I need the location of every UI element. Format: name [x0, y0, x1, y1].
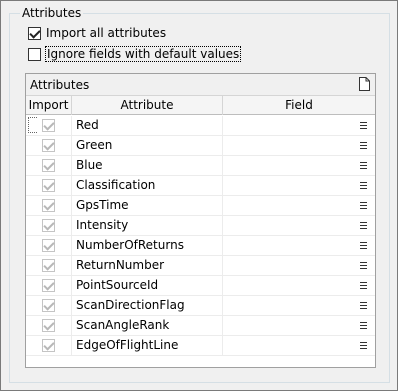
- import-cell: [26, 176, 72, 195]
- import-cell: [26, 316, 72, 335]
- table-row[interactable]: Blue: [26, 156, 375, 176]
- import-checkbox: [42, 299, 55, 312]
- import-checkbox: [42, 179, 55, 192]
- table-row[interactable]: Red: [26, 116, 375, 136]
- current-row-indicator: [28, 117, 37, 133]
- document-icon[interactable]: [359, 77, 370, 91]
- import-checkbox: [42, 199, 55, 212]
- import-cell: [26, 116, 72, 135]
- field-menu-icon[interactable]: [360, 242, 367, 250]
- import-cell: [26, 296, 72, 315]
- group-title: Attributes: [20, 6, 84, 20]
- import-cell: [26, 156, 72, 175]
- import-checkbox: [42, 139, 55, 152]
- field-menu-icon[interactable]: [360, 142, 367, 150]
- attributes-grid[interactable]: Import Attribute Field Red Green Blue Class…: [26, 95, 375, 367]
- import-checkbox: [42, 159, 55, 172]
- import-all-checkbox[interactable]: [28, 26, 41, 40]
- attribute-name: Blue: [72, 156, 223, 175]
- import-checkbox: [42, 319, 55, 332]
- field-cell[interactable]: [223, 196, 375, 215]
- attribute-name: ScanDirectionFlag: [72, 296, 223, 315]
- ignore-defaults-label[interactable]: Ignore fields with default values: [44, 46, 242, 62]
- import-cell: [26, 276, 72, 295]
- field-cell[interactable]: [223, 136, 375, 155]
- field-cell[interactable]: [223, 256, 375, 275]
- field-menu-icon[interactable]: [360, 162, 367, 170]
- attribute-name: Intensity: [72, 216, 223, 235]
- ignore-defaults-checkbox[interactable]: [28, 47, 41, 61]
- attribute-name: ReturnNumber: [72, 256, 223, 275]
- import-cell: [26, 256, 72, 275]
- column-header-field[interactable]: Field: [223, 96, 375, 115]
- field-menu-icon[interactable]: [360, 302, 367, 310]
- field-menu-icon[interactable]: [360, 262, 367, 270]
- import-checkbox: [42, 239, 55, 252]
- table-row[interactable]: Green: [26, 136, 375, 156]
- table-row[interactable]: Intensity: [26, 216, 375, 236]
- field-cell[interactable]: [223, 316, 375, 335]
- grid-rows: Red Green Blue Classification GpsTime Intensi…: [26, 116, 375, 356]
- field-menu-icon[interactable]: [360, 322, 367, 330]
- field-cell[interactable]: [223, 276, 375, 295]
- table-row[interactable]: ReturnNumber: [26, 256, 375, 276]
- attribute-name: PointSourceId: [72, 276, 223, 295]
- field-cell[interactable]: [223, 216, 375, 235]
- field-cell[interactable]: [223, 336, 375, 355]
- import-checkbox: [42, 279, 55, 292]
- attributes-panel: Attributes Import Attribute Field Red Gre…: [25, 73, 376, 368]
- import-all-option[interactable]: Import all attributes: [28, 25, 166, 41]
- import-checkbox: [42, 219, 55, 232]
- import-checkbox: [42, 339, 55, 352]
- column-header-attribute[interactable]: Attribute: [72, 96, 223, 115]
- import-checkbox: [42, 119, 55, 132]
- panel-header: Attributes: [26, 74, 375, 95]
- table-row[interactable]: EdgeOfFlightLine: [26, 336, 375, 356]
- table-row[interactable]: ScanAngleRank: [26, 316, 375, 336]
- field-menu-icon[interactable]: [360, 222, 367, 230]
- field-menu-icon[interactable]: [360, 122, 367, 130]
- table-row[interactable]: NumberOfReturns: [26, 236, 375, 256]
- import-cell: [26, 136, 72, 155]
- import-cell: [26, 196, 72, 215]
- attribute-name: ScanAngleRank: [72, 316, 223, 335]
- import-cell: [26, 236, 72, 255]
- attribute-name: GpsTime: [72, 196, 223, 215]
- field-menu-icon[interactable]: [360, 202, 367, 210]
- import-all-label[interactable]: Import all attributes: [46, 26, 166, 40]
- dialog-frame: Attributes Import all attributes Ignore …: [0, 0, 398, 391]
- ignore-defaults-option[interactable]: Ignore fields with default values: [28, 46, 242, 62]
- grid-header: Import Attribute Field: [26, 95, 375, 115]
- attribute-name: NumberOfReturns: [72, 236, 223, 255]
- field-menu-icon[interactable]: [360, 282, 367, 290]
- import-checkbox: [42, 259, 55, 272]
- field-cell[interactable]: [223, 176, 375, 195]
- field-cell[interactable]: [223, 116, 375, 135]
- field-menu-icon[interactable]: [360, 342, 367, 350]
- attribute-name: EdgeOfFlightLine: [72, 336, 223, 355]
- field-cell[interactable]: [223, 236, 375, 255]
- table-row[interactable]: ScanDirectionFlag: [26, 296, 375, 316]
- table-row[interactable]: PointSourceId: [26, 276, 375, 296]
- attribute-name: Green: [72, 136, 223, 155]
- import-cell: [26, 336, 72, 355]
- field-menu-icon[interactable]: [360, 182, 367, 190]
- attribute-name: Red: [72, 116, 223, 135]
- table-row[interactable]: GpsTime: [26, 196, 375, 216]
- import-cell: [26, 216, 72, 235]
- table-row[interactable]: Classification: [26, 176, 375, 196]
- field-cell[interactable]: [223, 296, 375, 315]
- column-header-import[interactable]: Import: [26, 96, 72, 115]
- attribute-name: Classification: [72, 176, 223, 195]
- panel-title: Attributes: [30, 78, 90, 92]
- field-cell[interactable]: [223, 156, 375, 175]
